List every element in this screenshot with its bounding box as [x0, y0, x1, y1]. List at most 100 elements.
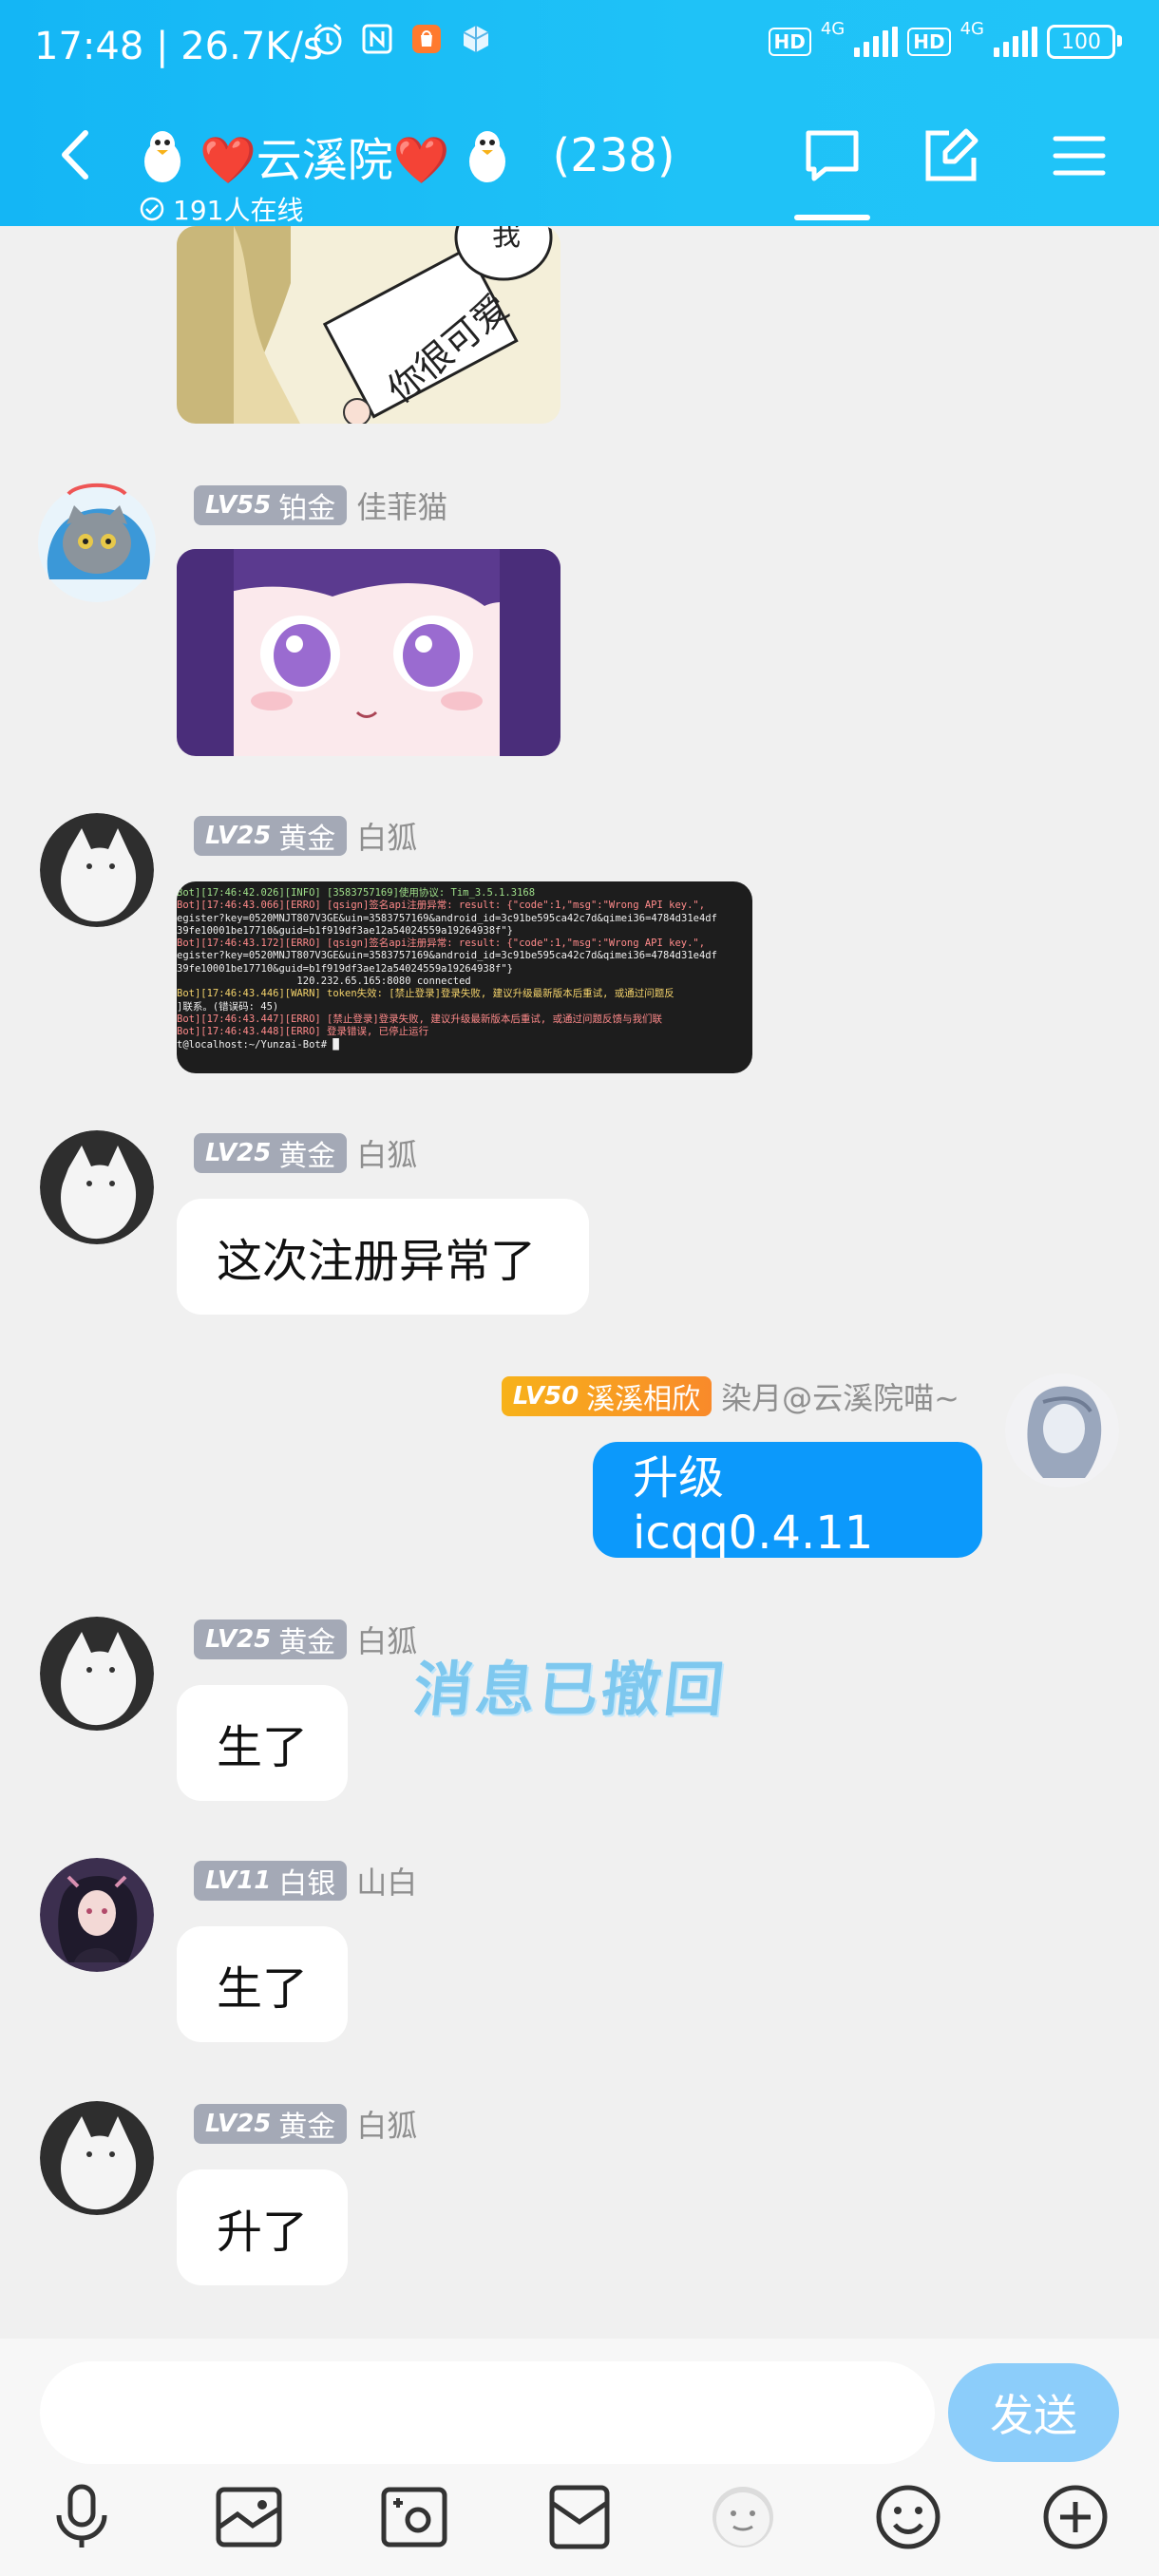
hd-badge: HD	[907, 28, 951, 56]
image-button[interactable]	[211, 2479, 287, 2555]
voice-button[interactable]	[44, 2479, 120, 2555]
cat-avatar-icon	[38, 483, 156, 602]
fox-avatar-icon	[40, 1617, 154, 1731]
status-notification-icons	[310, 21, 494, 57]
signal-icon	[854, 27, 899, 57]
message-text: 升级icqq0.4.11	[633, 1451, 874, 1560]
camera-button[interactable]	[376, 2479, 452, 2555]
message-bubble-self[interactable]: 升级icqq0.4.11	[593, 1442, 982, 1560]
message-input[interactable]	[40, 2361, 935, 2464]
level-badge: LV50 溪溪相欣	[501, 1376, 712, 1416]
avatar[interactable]	[1005, 1373, 1119, 1487]
anime-girl-avatar-icon	[40, 1858, 154, 1972]
sticker-image[interactable]	[177, 549, 560, 756]
avatar[interactable]	[40, 813, 154, 927]
sender-info: LV25 黄金 白狐	[194, 2103, 417, 2145]
anime-face-sticker	[177, 549, 560, 756]
level: LV55	[205, 491, 272, 520]
terminal-line: t@localhost:~/Yunzai-Bot# █	[177, 1038, 339, 1051]
online-status: 191人在线	[139, 190, 303, 228]
sender-info: LV25 黄金 白狐	[194, 1132, 417, 1174]
online-count: 191人在线	[173, 195, 304, 226]
sender-nick[interactable]: 白狐	[356, 1131, 417, 1175]
avatar[interactable]	[30, 475, 163, 608]
level-badge: LV25 黄金	[194, 1619, 348, 1659]
message-icon	[806, 130, 859, 181]
message-bubble[interactable]: 生了	[177, 1926, 348, 2042]
sender-nick[interactable]: 山白	[356, 1859, 417, 1903]
shopping-app-icon	[408, 21, 445, 57]
level: LV25	[205, 1625, 272, 1654]
rank: 黄金	[278, 1626, 336, 1659]
terminal-line: Bot][17:46:43.448][ERRO] 登录错误, 已停止运行	[177, 1026, 429, 1038]
alarm-icon	[310, 21, 346, 57]
group-title[interactable]: ❤️云溪院❤️ (238)	[139, 122, 675, 190]
message-text: 生了	[217, 1962, 309, 2016]
member-count: (238)	[552, 129, 675, 182]
fox-avatar-icon	[40, 813, 154, 927]
penguin-icon	[468, 131, 505, 182]
avatar[interactable]	[40, 1617, 154, 1731]
send-button[interactable]: 发送	[948, 2363, 1119, 2462]
message-text: 生了	[217, 1721, 309, 1774]
terminal-output: Bot][17:46:42.026][INFO] [3583757169]使用协…	[177, 881, 752, 1051]
level-badge: LV55 铂金	[194, 485, 348, 525]
sender-info: LV55 铂金 佳菲猫	[194, 484, 447, 526]
nfc-icon	[359, 21, 395, 57]
emoji-button[interactable]	[870, 2479, 946, 2555]
avatar[interactable]	[40, 1858, 154, 1972]
anime-girl-sticker: 你很可爱 我	[177, 226, 560, 424]
level: LV50	[512, 1382, 580, 1411]
terminal-line: Bot][17:46:43.172][ERRO] [qsign]签名api注册异…	[177, 938, 706, 950]
level-badge: LV25 黄金	[194, 2104, 348, 2144]
avatar[interactable]	[40, 2101, 154, 2215]
terminal-line: Bot][17:46:43.447][ERRO] [禁止登录]登录失败, 建议升…	[177, 1013, 662, 1025]
fox-avatar-icon	[40, 1130, 154, 1244]
chat-header: 17:48 | 26.7K/s HD 4G HD 4G 100 ❤️云溪院❤️ …	[0, 0, 1159, 226]
chat-tab-button[interactable]	[802, 125, 863, 186]
terminal-line: Bot][17:46:43.066][ERRO] [qsign]签名api注册异…	[177, 900, 706, 912]
level-badge: LV11 白银	[194, 1861, 348, 1901]
status-right: HD 4G HD 4G 100	[768, 19, 1122, 59]
terminal-line: egister?key=0520MNJT807V3GE&uin=35837571…	[177, 950, 717, 962]
sender-nick[interactable]: 佳菲猫	[356, 483, 447, 527]
input-bar: 发送	[0, 2339, 1159, 2576]
group-name: ❤️云溪院❤️	[200, 134, 450, 187]
active-tab-indicator	[794, 215, 870, 220]
message-bubble[interactable]: 升了	[177, 2169, 348, 2285]
sticker-face-button[interactable]	[705, 2479, 781, 2555]
message-bubble[interactable]: 这次注册异常了	[177, 1199, 589, 1315]
more-button[interactable]	[1037, 2479, 1113, 2555]
back-button[interactable]	[53, 123, 99, 186]
penguin-icon	[144, 131, 180, 182]
message-text: 升了	[217, 2206, 309, 2259]
menu-button[interactable]	[1049, 125, 1110, 186]
recalled-notice: 消息已撤回	[409, 1655, 732, 1724]
status-separator: |	[156, 25, 181, 68]
red-packet-button[interactable]	[542, 2479, 618, 2555]
level-badge: LV25 黄金	[194, 816, 348, 856]
rank: 溪溪相欣	[586, 1383, 701, 1416]
terminal-screenshot[interactable]: Bot][17:46:42.026][INFO] [3583757169]使用协…	[177, 881, 752, 1073]
sticker-image[interactable]: 你很可爱 我	[177, 226, 560, 424]
sender-nick[interactable]: 染月@云溪院喵~	[721, 1374, 960, 1418]
net-speed: 26.7K/s	[180, 25, 323, 68]
hd-badge: HD	[768, 28, 811, 56]
terminal-line: Bot][17:46:43.446][WARN] token失效: [禁止登录]…	[177, 988, 674, 1000]
sender-nick[interactable]: 白狐	[356, 2102, 417, 2146]
red-packet-icon	[549, 2485, 610, 2549]
sender-nick[interactable]: 白狐	[356, 814, 417, 858]
smiley-icon	[876, 2485, 940, 2549]
avatar[interactable]	[40, 1130, 154, 1244]
plus-circle-icon	[1043, 2485, 1108, 2549]
status-time: 17:48 | 26.7K/s	[34, 25, 323, 68]
sender-nick[interactable]: 白狐	[356, 1618, 417, 1661]
message-bubble[interactable]: 生了	[177, 1685, 348, 1801]
battery-level: 100	[1061, 29, 1101, 54]
post-button[interactable]	[922, 125, 982, 186]
fox-avatar-icon	[40, 2101, 154, 2215]
chevron-left-icon	[62, 130, 88, 180]
girl-avatar-icon	[1005, 1373, 1119, 1487]
image-icon	[216, 2487, 282, 2548]
rank: 黄金	[278, 2111, 336, 2144]
